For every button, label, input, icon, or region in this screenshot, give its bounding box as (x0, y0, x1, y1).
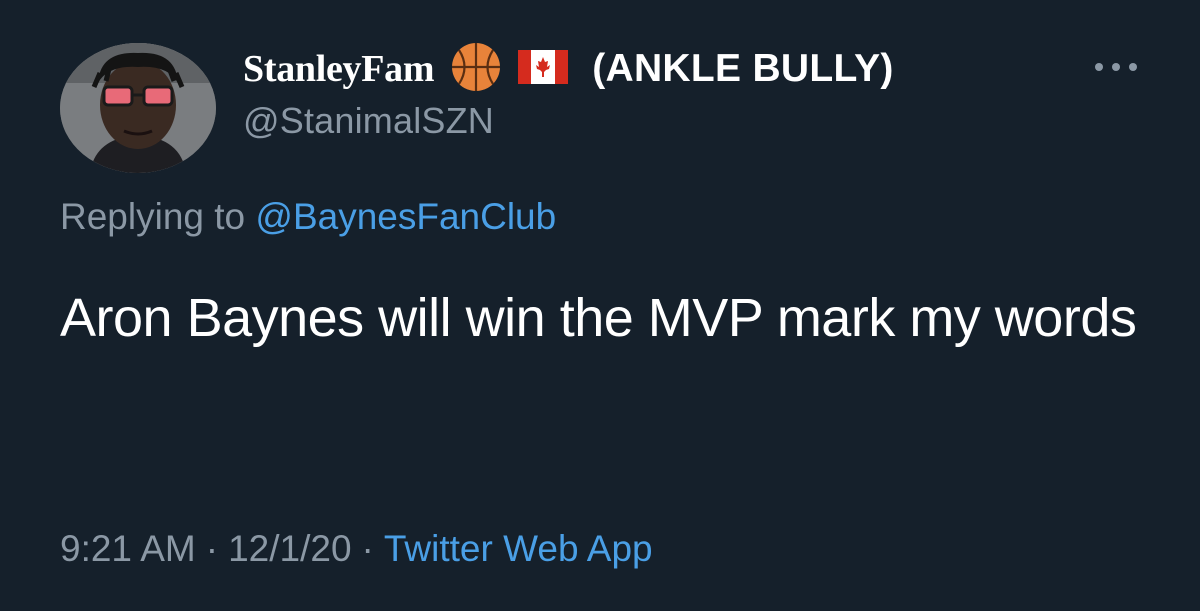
dot (1129, 63, 1137, 71)
author-handle[interactable]: @StanimalSZN (243, 100, 494, 142)
name-suffix: (ANKLE BULLY) (592, 47, 894, 90)
more-options-icon[interactable] (1095, 60, 1137, 74)
author-name-row[interactable]: StanleyFam (ANKLE BULLY) (243, 41, 894, 97)
basketball-icon (450, 41, 502, 98)
tweet-time[interactable]: 9:21 AM (60, 528, 196, 569)
tweet-text: Aron Baynes will win the MVP mark my wor… (60, 288, 1137, 348)
meta-separator: · (361, 528, 374, 569)
tweet-source-link[interactable]: Twitter Web App (384, 528, 653, 569)
replying-prefix: Replying to (60, 196, 246, 237)
display-name[interactable]: StanleyFam (243, 47, 435, 91)
avatar[interactable] (60, 43, 216, 173)
reply-mention-link[interactable]: @BaynesFanClub (255, 196, 556, 237)
tweet-card: StanleyFam (ANKLE BULLY) @StanimalSZN Re… (0, 0, 1200, 611)
tweet-meta: 9:21 AM · 12/1/20 · Twitter Web App (60, 528, 653, 570)
tweet-date[interactable]: 12/1/20 (228, 528, 351, 569)
replying-to: Replying to @BaynesFanClub (60, 196, 556, 238)
meta-separator: · (205, 528, 219, 569)
dot (1095, 63, 1103, 71)
canada-flag-icon (518, 49, 569, 89)
dot (1112, 63, 1120, 71)
